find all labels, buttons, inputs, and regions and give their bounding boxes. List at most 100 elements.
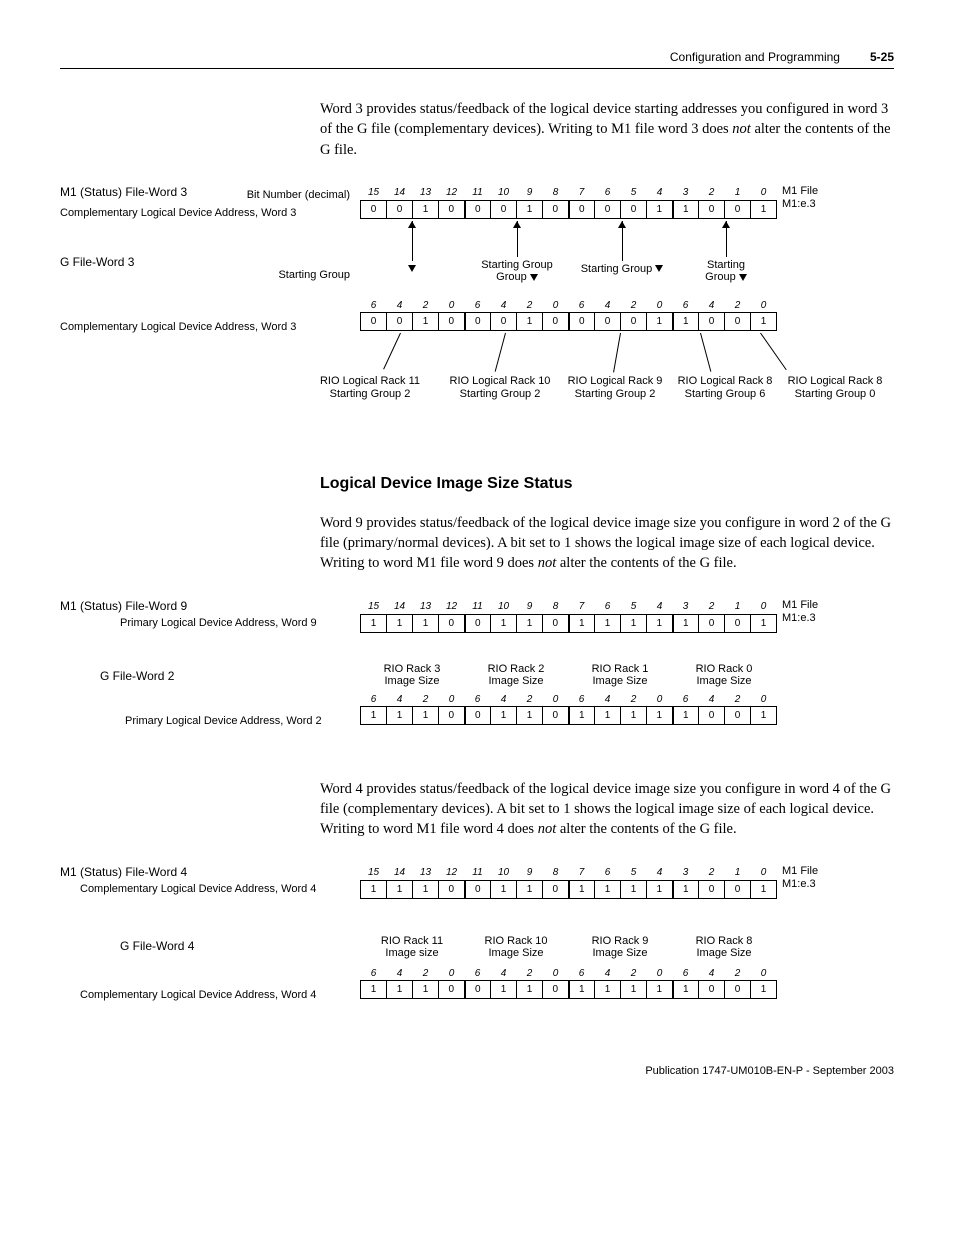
bit: 0 <box>439 981 465 999</box>
bit-h: 6 <box>595 185 621 201</box>
bit: 0 <box>699 615 725 633</box>
rack0-label: RIO Rack 0Image Size <box>672 663 776 687</box>
bit-h: 7 <box>569 865 595 881</box>
bit: 0 <box>543 981 569 999</box>
bit: 1 <box>595 981 621 999</box>
bit-h: 12 <box>439 599 465 615</box>
bit: 0 <box>465 881 491 899</box>
nib-h: 0 <box>543 693 569 707</box>
bit: 1 <box>387 615 413 633</box>
bit: 1 <box>647 981 673 999</box>
bit-h: 6 <box>595 865 621 881</box>
primary-addr-word9-label: Primary Logical Device Address, Word 9 <box>120 617 317 629</box>
bit-h: 14 <box>387 185 413 201</box>
bit: 1 <box>595 881 621 899</box>
nib-h: 2 <box>725 299 751 313</box>
bit-h: 6 <box>595 599 621 615</box>
bit: 0 <box>543 313 569 331</box>
arrow-up-icon <box>722 221 730 228</box>
rack2-label: RIO Rack 2Image Size <box>464 663 568 687</box>
bit: 1 <box>361 881 387 899</box>
nib-h: 6 <box>465 967 491 981</box>
bit: 0 <box>387 313 413 331</box>
connector <box>383 333 401 370</box>
starting-group-d: StartingGroup <box>674 259 778 283</box>
nib-h: 0 <box>439 299 465 313</box>
nib-h: 2 <box>413 693 439 707</box>
bit: 1 <box>621 615 647 633</box>
bit: 1 <box>673 615 699 633</box>
anno-rack10: RIO Logical Rack 10Starting Group 2 <box>440 375 560 401</box>
m1-e3-label: M1:e.3 <box>782 878 816 890</box>
diagram-word3: M1 (Status) File-Word 3 Bit Number (deci… <box>60 185 894 435</box>
bit: 0 <box>699 313 725 331</box>
nib-h: 0 <box>647 299 673 313</box>
bit-h: 14 <box>387 865 413 881</box>
connector <box>700 333 711 372</box>
m1-word3-table: 15 14 13 12 11 10 9 8 7 6 5 4 3 2 1 0 0 … <box>360 185 777 220</box>
bit: 1 <box>751 981 777 999</box>
nib-h: 6 <box>361 299 387 313</box>
bit: 0 <box>439 201 465 219</box>
bit: 1 <box>387 981 413 999</box>
nib-h: 4 <box>595 967 621 981</box>
nib-h: 4 <box>387 967 413 981</box>
bit: 1 <box>413 615 439 633</box>
comp-addr-word3-label-g: Complementary Logical Device Address, Wo… <box>60 321 296 333</box>
bit-h: 7 <box>569 599 595 615</box>
nib-h: 4 <box>387 693 413 707</box>
starting-group-arrow <box>360 263 464 275</box>
nib-h: 4 <box>595 299 621 313</box>
nib-h: 6 <box>465 693 491 707</box>
bit: 0 <box>439 707 465 725</box>
connector <box>613 333 621 373</box>
bit-h: 5 <box>621 185 647 201</box>
bit-h: 11 <box>465 185 491 201</box>
bit: 1 <box>751 615 777 633</box>
bit-h: 15 <box>361 599 387 615</box>
rack10-label: RIO Rack 10Image Size <box>464 935 568 959</box>
nib-h: 2 <box>413 967 439 981</box>
bit: 1 <box>673 981 699 999</box>
g-file-word3-title: G File-Word 3 <box>60 255 134 269</box>
para-tail: alter the contents of the G file. <box>556 555 736 571</box>
m1-file-right: M1 File M1:e.3 <box>782 185 818 211</box>
nib-h: 0 <box>647 693 673 707</box>
bit: 1 <box>387 707 413 725</box>
m1-file-word9-title: M1 (Status) File-Word 9 <box>60 599 187 613</box>
nib-h: 0 <box>543 299 569 313</box>
nib-h: 4 <box>595 693 621 707</box>
bit-h: 9 <box>517 599 543 615</box>
nib-h: 0 <box>751 967 777 981</box>
bit-h: 5 <box>621 865 647 881</box>
nib-h: 6 <box>569 967 595 981</box>
bit: 1 <box>491 707 517 725</box>
section-heading-image-size-status: Logical Device Image Size Status <box>320 475 894 493</box>
g-file-word2-title: G File-Word 2 <box>100 669 174 683</box>
bit-h: 1 <box>725 865 751 881</box>
bit-h: 11 <box>465 865 491 881</box>
header-title: Configuration and Programming <box>670 50 840 64</box>
paragraph-word3: Word 3 provides status/feedback of the l… <box>320 99 894 160</box>
bit: 0 <box>699 201 725 219</box>
bit-h: 13 <box>413 865 439 881</box>
m1-file-word4-title: M1 (Status) File-Word 4 <box>60 865 187 879</box>
anno-rack9: RIO Logical Rack 9Starting Group 2 <box>560 375 670 401</box>
bit: 1 <box>517 881 543 899</box>
bit: 1 <box>621 707 647 725</box>
bit: 0 <box>725 707 751 725</box>
bit: 1 <box>647 313 673 331</box>
bit-h: 4 <box>647 185 673 201</box>
bit-h: 1 <box>725 599 751 615</box>
para-italic: not <box>732 121 751 137</box>
g-word3-table: 6 4 2 0 6 4 2 0 6 4 2 0 6 4 2 0 0 0 1 0 … <box>360 299 777 332</box>
bit: 0 <box>361 313 387 331</box>
footer-publication: Publication 1747-UM010B-EN-P - September… <box>60 1065 894 1077</box>
bit-h: 3 <box>673 599 699 615</box>
bit-h: 0 <box>751 865 777 881</box>
bit: 0 <box>595 201 621 219</box>
bit: 0 <box>439 615 465 633</box>
bit: 0 <box>569 313 595 331</box>
bit: 1 <box>517 313 543 331</box>
nib-h: 6 <box>673 299 699 313</box>
